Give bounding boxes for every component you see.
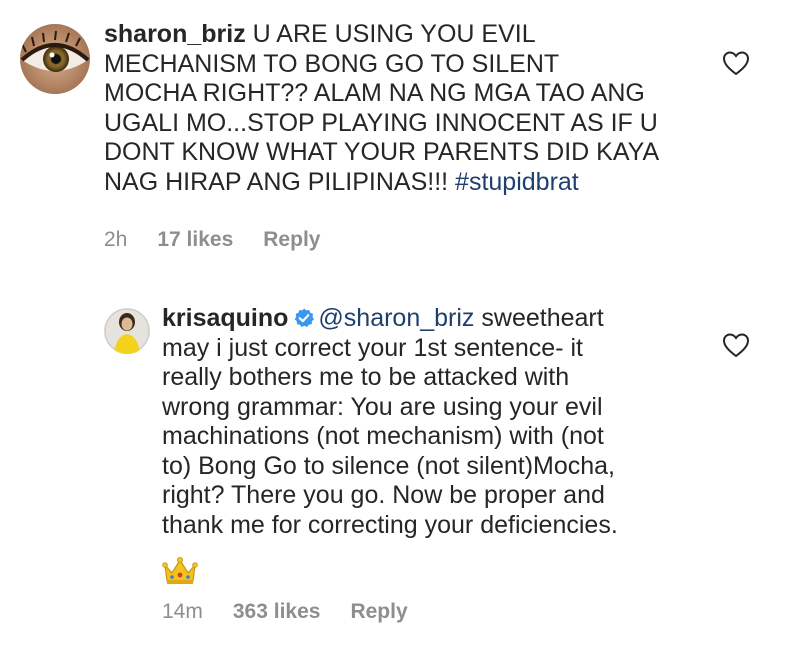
comment-username[interactable]: krisaquino [162, 304, 288, 332]
comment-mention[interactable]: @sharon_briz [318, 304, 474, 332]
user-avatar[interactable] [20, 24, 90, 94]
verified-badge-icon [295, 308, 315, 327]
like-heart-icon[interactable] [722, 50, 750, 76]
comment-meta: 14m 363 likes Reply [162, 600, 438, 624]
comment-sharon: sharon_briz U ARE USING YOU EVIL MECHANI… [0, 0, 799, 270]
reply-button[interactable]: Reply [263, 228, 320, 252]
comment-likes[interactable]: 363 likes [233, 600, 321, 624]
comment-hashtag[interactable]: #stupidbrat [455, 168, 579, 196]
comment-time: 2h [104, 228, 128, 251]
comment-username[interactable]: sharon_briz [104, 20, 246, 48]
comment-likes[interactable]: 17 likes [157, 228, 233, 252]
comment-time: 14m [162, 600, 203, 623]
person-yellow-avatar-icon [104, 308, 150, 354]
crown-icon [162, 557, 198, 584]
like-heart-icon[interactable] [722, 332, 750, 358]
comment-krisaquino: krisaquino @sharon_briz sweetheart may i … [0, 290, 799, 650]
comment-text: sharon_briz U ARE USING YOU EVIL MECHANI… [104, 20, 744, 197]
user-avatar[interactable] [104, 308, 150, 354]
eye-avatar-icon [20, 24, 90, 94]
comment-body: sweetheart may i just correct your 1st s… [162, 304, 618, 539]
reply-button[interactable]: Reply [350, 600, 407, 624]
comment-text: krisaquino @sharon_briz sweetheart may i … [162, 304, 742, 540]
comment-meta: 2h 17 likes Reply [104, 228, 350, 252]
